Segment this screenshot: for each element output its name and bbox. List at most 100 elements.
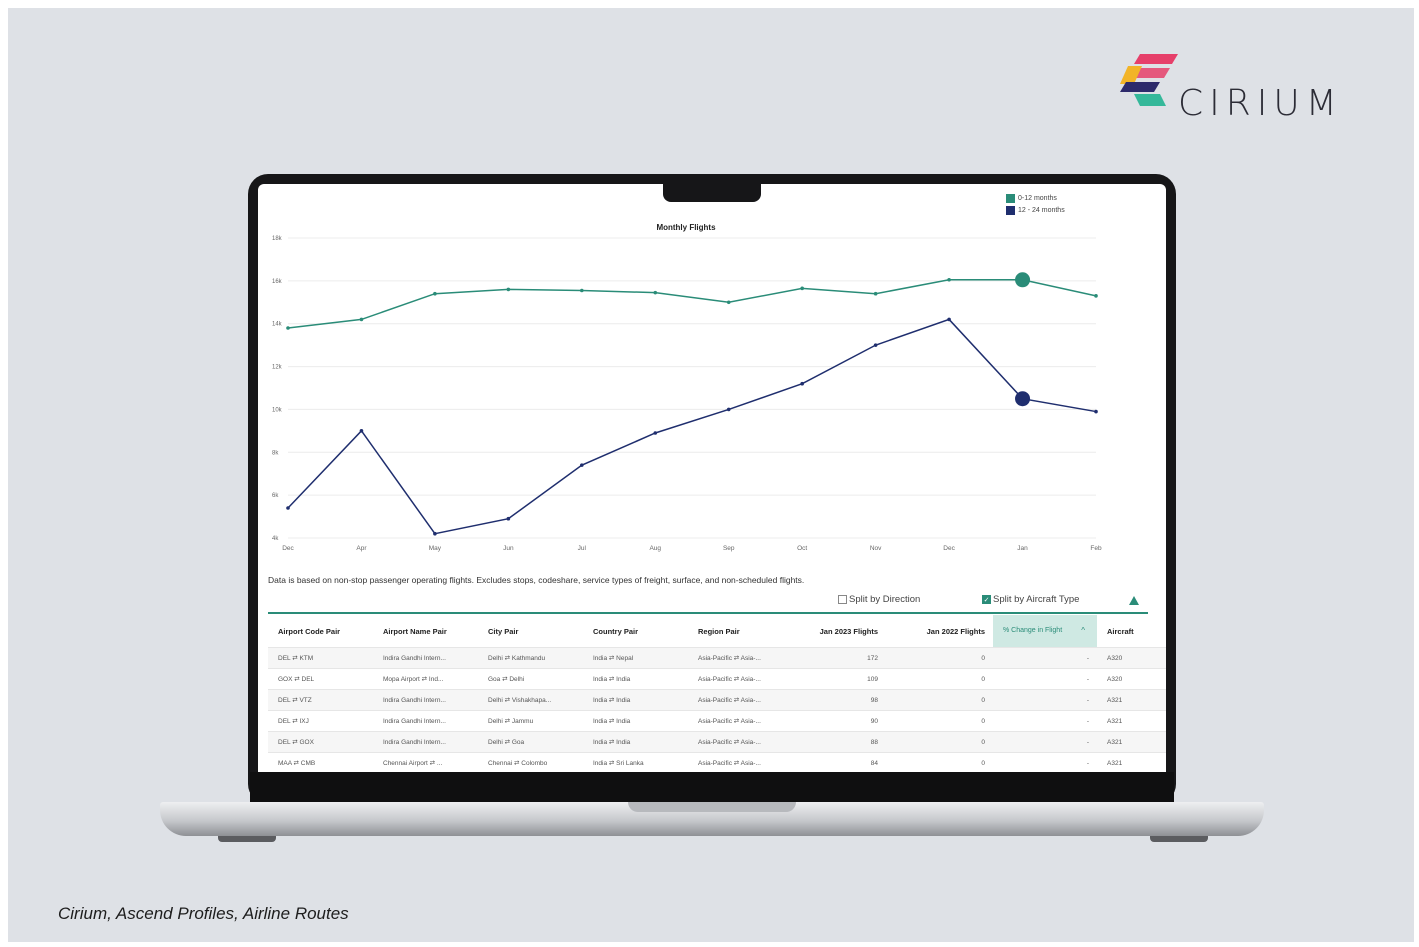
table-cell: DEL ⇄ GOX	[268, 731, 373, 753]
data-point	[726, 407, 731, 412]
split-by-aircraft-toggle[interactable]: ✓ Split by Aircraft Type	[982, 594, 1079, 605]
data-point	[359, 429, 364, 433]
table-cell: Mopa Airport ⇄ Ind...	[373, 668, 478, 690]
collapse-triangle-icon[interactable]	[1129, 596, 1139, 605]
table-cell: 88	[793, 731, 886, 753]
data-point	[653, 290, 658, 295]
x-tick-label: Dec	[282, 545, 294, 552]
table-cell: Delhi ⇄ Goa	[478, 731, 583, 753]
table-top-rule	[268, 612, 1148, 614]
column-header[interactable]: Airport Code Pair	[268, 615, 373, 648]
data-basis-note: Data is based on non-stop passenger oper…	[268, 575, 805, 585]
table-cell: Chennai ⇄ Colombo	[478, 752, 583, 772]
highlighted-data-point[interactable]	[1015, 391, 1031, 407]
table-cell: Indira Gandhi Intern...	[373, 647, 478, 669]
y-tick-label: 18k	[272, 236, 283, 242]
data-point	[800, 286, 804, 291]
column-header[interactable]: Country Pair	[583, 615, 688, 648]
column-header[interactable]: Jan 2023 Flights	[793, 615, 886, 648]
legend-swatch	[1006, 193, 1015, 203]
split-by-direction-toggle[interactable]: Split by Direction	[838, 594, 920, 605]
cirium-mark-icon	[1120, 54, 1178, 106]
table-cell: Asia-Pacific ⇄ Asia-...	[688, 752, 793, 772]
data-point	[433, 291, 437, 296]
legend-item[interactable]: 12 - 24 months	[1006, 204, 1065, 216]
data-point	[433, 531, 437, 536]
y-tick-label: 6k	[272, 493, 279, 499]
legend-item[interactable]: 0-12 months	[1006, 192, 1065, 204]
table-cell: Asia-Pacific ⇄ Asia-...	[688, 731, 793, 753]
table-cell: India ⇄ India	[583, 689, 688, 711]
table-row[interactable]: DEL ⇄ KTM Indira Gandhi Intern... Delhi ⇄ …	[268, 647, 1166, 669]
data-point	[947, 277, 951, 282]
x-tick-label: Dec	[943, 545, 955, 552]
legend-label: 0-12 months	[1018, 194, 1057, 202]
x-tick-label: Feb	[1090, 545, 1102, 552]
table-cell: Chennai Airport ⇄ ...	[373, 752, 478, 772]
highlighted-data-point[interactable]	[1015, 272, 1031, 288]
cirium-logo: CIRIUM	[1120, 52, 1360, 126]
image-caption: Cirium, Ascend Profiles, Airline Routes	[58, 904, 349, 923]
data-point	[580, 463, 584, 467]
table-cell: India ⇄ India	[583, 668, 688, 690]
table-toggles: Split by Direction ✓ Split by Aircraft T…	[838, 594, 1138, 608]
series-line	[287, 279, 1097, 329]
table-cell: -	[993, 752, 1097, 772]
table-cell: Asia-Pacific ⇄ Asia-...	[688, 668, 793, 690]
x-tick-label: Nov	[870, 545, 882, 552]
column-header[interactable]: Jan 2022 Flights	[886, 615, 993, 648]
brand-wordmark: CIRIUM	[1178, 83, 1343, 124]
table-cell: -	[993, 668, 1097, 690]
chart-title: Monthly Flights	[656, 223, 716, 232]
app-screen: Monthly Flights 4k 6k 8k 10k 12k 14k 16k 18k Dec…	[258, 184, 1166, 772]
table-cell: Indira Gandhi Intern...	[373, 710, 478, 732]
table-row[interactable]: DEL ⇄ IXJ Indira Gandhi Intern... Delhi ⇄ …	[268, 710, 1166, 732]
table-row[interactable]: MAA ⇄ CMB Chennai Airport ⇄ ... Chennai ⇄ …	[268, 752, 1166, 772]
y-tick-label: 16k	[272, 279, 283, 285]
data-point	[873, 343, 878, 347]
column-header[interactable]: Airport Name Pair	[373, 615, 478, 648]
table-cell: A321	[1097, 752, 1166, 772]
data-point	[359, 317, 364, 322]
laptop-foot	[218, 836, 276, 842]
table-cell: GOX ⇄ DEL	[268, 668, 373, 690]
sort-caret-icon[interactable]: ^	[1081, 625, 1085, 637]
table-cell: 0	[886, 647, 993, 669]
table-cell: Asia-Pacific ⇄ Asia-...	[688, 647, 793, 669]
table-cell: -	[993, 647, 1097, 669]
table-cell: DEL ⇄ KTM	[268, 647, 373, 669]
checkbox-icon[interactable]	[838, 595, 847, 604]
table-cell: Goa ⇄ Delhi	[478, 668, 583, 690]
routes-table: Airport Code Pair Airport Name Pair City…	[268, 615, 1166, 772]
data-point	[1094, 294, 1098, 298]
legend-swatch	[1006, 205, 1015, 215]
laptop-base-notch	[628, 802, 796, 812]
table-cell: -	[993, 710, 1097, 732]
table-cell: 172	[793, 647, 886, 669]
camera-notch	[663, 184, 761, 202]
x-tick-label: Apr	[356, 545, 367, 552]
table-cell: A321	[1097, 731, 1166, 753]
table-cell: Asia-Pacific ⇄ Asia-...	[688, 710, 793, 732]
table-cell: Indira Gandhi Intern...	[373, 689, 478, 711]
chart-legend: 0-12 months 12 - 24 months	[1006, 192, 1065, 216]
monthly-flights-chart: Monthly Flights 4k 6k 8k 10k 12k 14k 16k 18k Dec…	[272, 223, 1102, 552]
table-cell: India ⇄ India	[583, 710, 688, 732]
column-header-sorted[interactable]: % Change in Flight ^	[993, 615, 1097, 648]
column-header[interactable]: Aircraft	[1097, 615, 1166, 648]
table-row[interactable]: GOX ⇄ DEL Mopa Airport ⇄ Ind... Goa ⇄ Delh…	[268, 668, 1166, 690]
column-header[interactable]: City Pair	[478, 615, 583, 648]
data-point	[506, 516, 511, 521]
data-point	[873, 291, 878, 296]
table-cell: 84	[793, 752, 886, 772]
y-tick-label: 10k	[272, 407, 283, 413]
table-cell: -	[993, 731, 1097, 753]
data-point	[286, 506, 290, 510]
table-cell: India ⇄ India	[583, 731, 688, 753]
checkbox-checked-icon[interactable]: ✓	[982, 595, 991, 604]
column-header[interactable]: Region Pair	[688, 615, 793, 648]
table-row[interactable]: DEL ⇄ GOX Indira Gandhi Intern... Delhi ⇄ …	[268, 731, 1166, 753]
table-cell: MAA ⇄ CMB	[268, 752, 373, 772]
table-row[interactable]: DEL ⇄ VTZ Indira Gandhi Intern... Delhi ⇄ …	[268, 689, 1166, 711]
x-tick-label: Jan	[1017, 545, 1028, 552]
